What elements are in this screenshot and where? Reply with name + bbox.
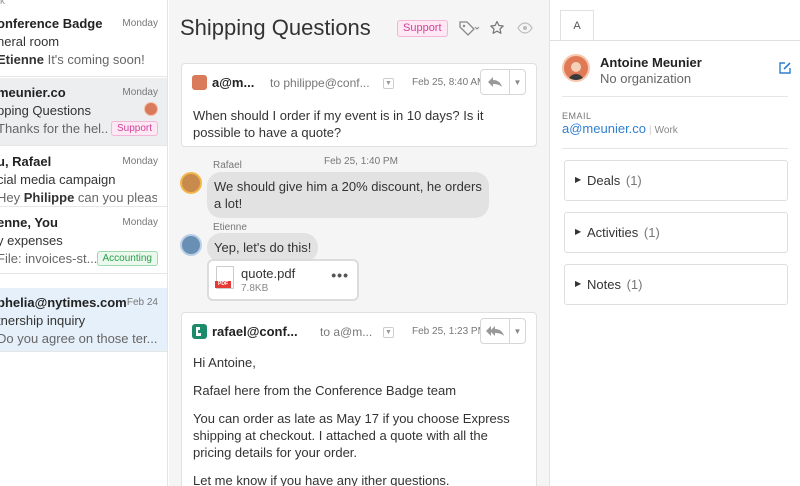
conversation-sender: phelia@nytimes.com [0, 295, 127, 310]
conversation-item[interactable]: onference Badge Monday neral room Etienne… [0, 9, 167, 77]
conversation-preview: Hey Philippe can you pleas... [0, 190, 157, 205]
comment-author: Etienne [213, 222, 247, 233]
list-header-fragment: k [0, 0, 5, 7]
section-title: Deals (1) [587, 173, 642, 188]
tag-icon[interactable] [457, 17, 481, 39]
conversation-thread: Shipping Questions Support a@m... to phi… [169, 0, 549, 486]
attachment-name: quote.pdf [241, 266, 296, 281]
email-label: EMAIL [562, 111, 592, 121]
reply-all-button[interactable] [481, 319, 509, 343]
conversation-preview: File: invoices-st... [0, 251, 97, 266]
conversation-list: k onference Badge Monday neral room Etien… [0, 0, 168, 486]
message-card: a@m... to philippe@conf... ▼ Feb 25, 8:4… [181, 63, 537, 147]
more-options-icon[interactable]: ••• [331, 267, 349, 283]
conversation-sender: meunier.co [0, 85, 66, 100]
email-row: a@meunier.co | Work [562, 121, 678, 136]
expand-caret-icon: ▶ [575, 279, 582, 288]
conversation-preview: Thanks for the hel... [0, 121, 109, 136]
comment-date: Feb 25, 1:40 PM [324, 156, 398, 167]
conversation-item[interactable]: phelia@nytimes.com Feb 24 tnership inquir… [0, 288, 167, 352]
conversation-date: Monday [122, 217, 158, 228]
recipients-expand-button[interactable]: ▼ [383, 327, 394, 338]
message-date: Feb 25, 8:40 AM [412, 77, 486, 88]
reply-button[interactable] [481, 70, 509, 94]
contact-tab[interactable]: A [560, 10, 594, 40]
attachment-card[interactable]: PDF quote.pdf 7.8KB ••• [207, 259, 359, 301]
company-logo-icon [192, 324, 207, 339]
recipients-expand-button[interactable]: ▼ [383, 78, 394, 89]
message-header: a@m... to philippe@conf... ▼ Feb 25, 8:4… [182, 64, 536, 100]
comment-author: Rafael [213, 160, 242, 171]
message-sender[interactable]: rafael@conf... [212, 324, 298, 339]
conversation-sender: onference Badge [0, 16, 103, 31]
reply-options-button[interactable]: ▼ [509, 319, 525, 343]
pdf-file-icon: PDF [215, 266, 234, 289]
conversation-preview: Etienne It's coming soon! [0, 52, 145, 67]
conversation-subject: tnership inquiry [0, 313, 86, 328]
contact-organization: No organization [600, 71, 692, 86]
activities-section[interactable]: ▶ Activities (1) [564, 212, 788, 253]
email-type: Work [654, 125, 678, 136]
thread-header: Shipping Questions Support [169, 0, 549, 58]
rafael-avatar [180, 172, 202, 194]
thread-title: Shipping Questions [180, 15, 371, 40]
conversation-subject: cial media campaign [0, 172, 116, 187]
conversation-item[interactable]: enne, You Monday y expenses File: invoice… [0, 208, 167, 274]
comment-bubble: We should give him a 20% discount, he or… [207, 172, 489, 218]
message-sender[interactable]: a@m... [212, 75, 254, 90]
notes-section[interactable]: ▶ Notes (1) [564, 264, 788, 305]
support-tag: Support [110, 121, 158, 136]
conversation-date: Feb 24 [126, 297, 158, 308]
contact-avatar [562, 54, 590, 82]
conversation-preview: Do you agree on those ter... [0, 331, 157, 346]
email-separator: | [649, 125, 652, 136]
expand-caret-icon: ▶ [575, 227, 582, 236]
conversation-subject: neral room [0, 34, 60, 49]
expand-caret-icon: ▶ [575, 175, 582, 184]
message-date: Feb 25, 1:23 PM [412, 326, 486, 337]
reply-button-group: ▼ [480, 318, 526, 344]
message-recipient: to philippe@conf... [270, 76, 370, 90]
star-icon[interactable] [487, 17, 507, 39]
message-header: rafael@conf... to a@m... ▼ Feb 25, 1:23 … [182, 313, 536, 349]
reply-options-button[interactable]: ▼ [509, 70, 525, 94]
message-recipient: to a@m... [320, 325, 373, 339]
contact-name: Antoine Meunier [600, 55, 702, 70]
edit-contact-icon[interactable] [778, 61, 792, 75]
sender-avatar [192, 75, 207, 90]
message-body: Hi Antoine, Rafael here from the Confere… [193, 355, 510, 486]
eye-icon[interactable] [515, 17, 535, 39]
deals-section[interactable]: ▶ Deals (1) [564, 160, 788, 201]
thread-support-tag[interactable]: Support [397, 20, 448, 37]
conversation-subject: pping Questions [0, 103, 91, 118]
section-title: Activities (1) [587, 225, 660, 240]
conversation-date: Monday [122, 156, 158, 167]
divider [562, 148, 788, 149]
section-title: Notes (1) [587, 277, 643, 292]
contact-panel: A Antoine Meunier No organization EMAIL … [549, 0, 800, 486]
etienne-avatar [180, 234, 202, 256]
email-link[interactable]: a@meunier.co [562, 121, 646, 136]
comment-bubble: Yep, let's do this! [207, 233, 319, 262]
message-card: rafael@conf... to a@m... ▼ Feb 25, 1:23 … [181, 312, 537, 486]
divider [562, 96, 788, 97]
attachment-size: 7.8KB [241, 283, 269, 294]
message-body: When should I order if my event is in 10… [193, 108, 484, 140]
accounting-tag: Accounting [96, 251, 158, 266]
conversation-sender: enne, You [0, 215, 58, 230]
assignee-avatar [144, 102, 158, 116]
conversation-sender: u, Rafael [0, 154, 52, 169]
conversation-date: Monday [122, 87, 158, 98]
tab-divider [550, 40, 800, 41]
conversation-item[interactable]: u, Rafael Monday cial media campaign Hey … [0, 147, 167, 207]
reply-button-group: ▼ [480, 69, 526, 95]
conversation-date: Monday [122, 18, 158, 29]
conversation-item-selected[interactable]: meunier.co Monday pping Questions Thanks … [0, 78, 167, 146]
conversation-subject: y expenses [0, 233, 63, 248]
